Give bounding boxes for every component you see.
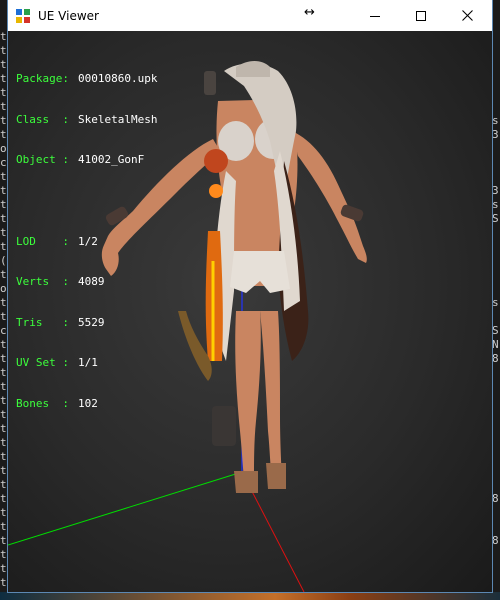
- info-lod-value: 1/2: [78, 234, 98, 248]
- info-tris-row: Tris : 5529: [16, 316, 157, 330]
- info-bones-row: Bones : 102: [16, 397, 157, 411]
- info-lod-label: LOD :: [16, 234, 69, 248]
- info-package-label: Package:: [16, 72, 69, 85]
- mesh-info-overlay: Package: 00010860.upk Class : SkeletalMesh…: [16, 45, 157, 437]
- info-tris-value: 5529: [78, 315, 105, 329]
- maximize-icon: [416, 10, 426, 21]
- info-verts-row: Verts : 4089: [16, 275, 157, 289]
- info-uvset-row: UV Set : 1/1: [16, 356, 157, 370]
- close-button[interactable]: [444, 0, 490, 31]
- app-icon: [16, 8, 30, 23]
- maximize-button[interactable]: [398, 0, 444, 31]
- minimize-button[interactable]: [352, 0, 398, 31]
- info-package-value: 00010860.upk: [78, 72, 158, 85]
- info-class-value: SkeletalMesh: [78, 112, 158, 126]
- axis-x-line: [8, 471, 243, 546]
- info-bones-value: 102: [78, 396, 98, 410]
- info-lod-row: LOD : 1/2: [16, 235, 157, 249]
- background-taskbar-strip: [0, 592, 500, 600]
- resize-cursor-icon: ↔: [304, 5, 315, 20]
- info-object-value: 41002_GonF: [78, 153, 145, 166]
- info-class-label: Class :: [16, 112, 69, 126]
- info-package-row: Package: 00010860.upk: [16, 72, 157, 86]
- minimize-icon: [370, 15, 380, 17]
- info-object-row: Object : 41002_GonF: [16, 153, 157, 167]
- title-bar[interactable]: UE Viewer ↔: [8, 0, 492, 31]
- window-title: UE Viewer: [38, 8, 99, 23]
- info-class-row: Class : SkeletalMesh: [16, 113, 157, 127]
- ue-viewer-window: UE Viewer ↔ Package: 00010860.upk Class …: [8, 0, 492, 592]
- 3d-viewport[interactable]: Package: 00010860.upk Class : SkeletalMesh…: [8, 31, 492, 592]
- background-console-left: t t t t t t t t o c t t t t t t ( t o t …: [0, 30, 7, 589]
- background-console-right: s 3 3 s S s S N 8 8 8: [492, 114, 499, 547]
- info-bones-label: Bones :: [16, 396, 69, 410]
- close-icon: [461, 10, 473, 21]
- info-uvset-value: 1/1: [78, 356, 98, 369]
- info-verts-label: Verts :: [16, 275, 69, 288]
- info-tris-label: Tris :: [16, 315, 69, 329]
- info-verts-value: 4089: [78, 275, 105, 288]
- info-object-label: Object :: [16, 153, 69, 166]
- info-uvset-label: UV Set :: [16, 356, 69, 369]
